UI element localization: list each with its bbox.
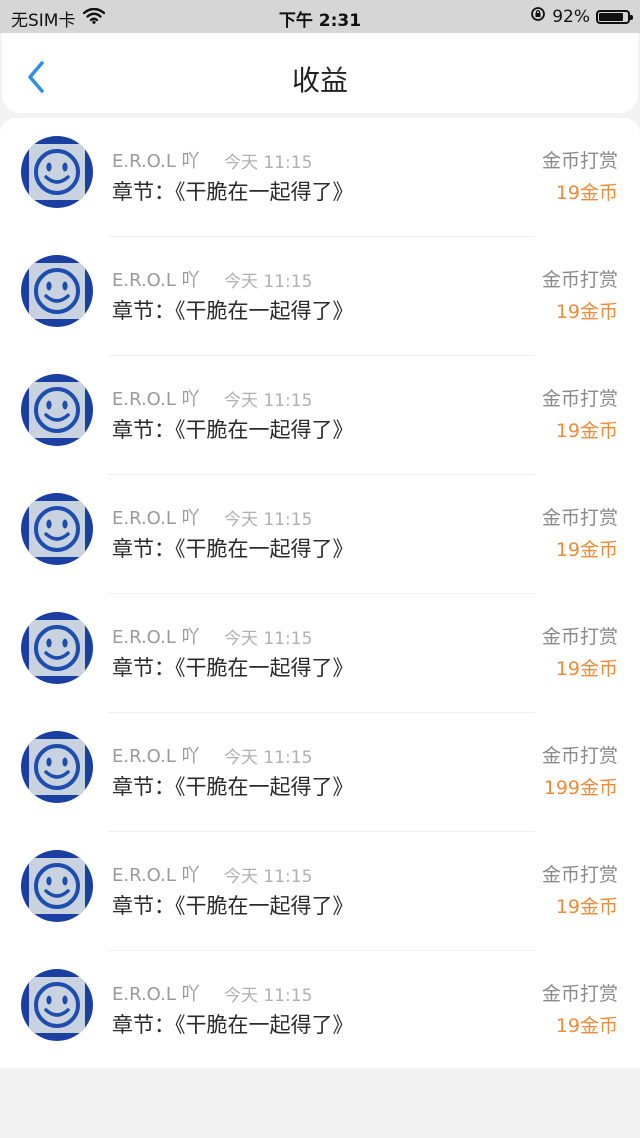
nav-bar: 收益	[2, 33, 638, 113]
smiley-avatar-icon	[29, 382, 85, 438]
chapter-title: 章节：《干脆在一起得了》	[112, 894, 354, 918]
smiley-avatar-icon	[29, 739, 85, 795]
timestamp: 今天 11:15	[224, 867, 313, 887]
reward-amount: 19金币	[555, 896, 618, 918]
reward-amount: 19金币	[555, 1015, 618, 1037]
avatar[interactable]	[21, 612, 93, 684]
username: E.R.O.L 吖	[112, 508, 200, 529]
reward-type: 金币打赏	[541, 983, 618, 1005]
reward-type: 金币打赏	[541, 745, 618, 767]
timestamp: 今天 11:15	[224, 391, 313, 411]
reward-amount: 19金币	[555, 301, 618, 323]
reward-amount: 19金币	[555, 182, 618, 204]
username: E.R.O.L 吖	[112, 389, 200, 410]
earning-row[interactable]: E.R.O.L 吖 今天 11:15 章节：《干脆在一起得了》 金币打赏 199…	[0, 713, 640, 832]
reward-type: 金币打赏	[541, 507, 618, 529]
earning-row[interactable]: E.R.O.L 吖 今天 11:15 章节：《干脆在一起得了》 金币打赏 19金…	[0, 475, 640, 594]
avatar[interactable]	[21, 731, 93, 803]
timestamp: 今天 11:15	[224, 629, 313, 649]
chapter-title: 章节：《干脆在一起得了》	[112, 1013, 354, 1037]
avatar[interactable]	[21, 969, 93, 1041]
timestamp: 今天 11:15	[224, 986, 313, 1006]
smiley-avatar-icon	[29, 144, 85, 200]
reward-type: 金币打赏	[541, 626, 618, 648]
chapter-title: 章节：《干脆在一起得了》	[112, 537, 354, 561]
smiley-avatar-icon	[29, 977, 85, 1033]
earning-row[interactable]: E.R.O.L 吖 今天 11:15 章节：《干脆在一起得了》 金币打赏 19金…	[0, 118, 640, 237]
username: E.R.O.L 吖	[112, 270, 200, 291]
smiley-avatar-icon	[29, 263, 85, 319]
chapter-title: 章节：《干脆在一起得了》	[112, 656, 354, 680]
reward-amount: 19金币	[555, 539, 618, 561]
username: E.R.O.L 吖	[112, 151, 200, 172]
earning-row[interactable]: E.R.O.L 吖 今天 11:15 章节：《干脆在一起得了》 金币打赏 19金…	[0, 832, 640, 951]
reward-type: 金币打赏	[541, 269, 618, 291]
avatar[interactable]	[21, 850, 93, 922]
reward-type: 金币打赏	[541, 150, 618, 172]
earnings-list: E.R.O.L 吖 今天 11:15 章节：《干脆在一起得了》 金币打赏 19金…	[0, 118, 640, 1070]
status-bar: 无SIM卡 下午 2:31 92%	[0, 0, 640, 33]
reward-type: 金币打赏	[541, 388, 618, 410]
smiley-avatar-icon	[29, 501, 85, 557]
page-title: 收益	[291, 64, 348, 97]
reward-type: 金币打赏	[541, 864, 618, 886]
chapter-title: 章节：《干脆在一起得了》	[112, 418, 354, 442]
reward-amount: 19金币	[555, 658, 618, 680]
smiley-avatar-icon	[29, 620, 85, 676]
username: E.R.O.L 吖	[112, 627, 200, 648]
earning-row[interactable]: E.R.O.L 吖 今天 11:15 章节：《干脆在一起得了》 金币打赏 19金…	[0, 594, 640, 713]
battery-cap	[630, 14, 633, 20]
avatar[interactable]	[21, 136, 93, 208]
chapter-title: 章节：《干脆在一起得了》	[112, 775, 354, 799]
username: E.R.O.L 吖	[112, 984, 200, 1005]
battery-level	[599, 12, 623, 21]
battery-percent: 92%	[552, 6, 590, 27]
username: E.R.O.L 吖	[112, 746, 200, 767]
earning-row[interactable]: E.R.O.L 吖 今天 11:15 章节：《干脆在一起得了》 金币打赏 19金…	[0, 237, 640, 356]
avatar[interactable]	[21, 255, 93, 327]
earning-row[interactable]: E.R.O.L 吖 今天 11:15 章节：《干脆在一起得了》 金币打赏 19金…	[0, 951, 640, 1070]
orientation-lock-icon	[530, 6, 546, 27]
chapter-title: 章节：《干脆在一起得了》	[112, 299, 354, 323]
avatar[interactable]	[21, 493, 93, 565]
timestamp: 今天 11:15	[224, 748, 313, 768]
username: E.R.O.L 吖	[112, 865, 200, 886]
timestamp: 今天 11:15	[224, 153, 313, 173]
battery-icon	[596, 9, 633, 24]
status-right: 92%	[530, 6, 633, 27]
timestamp: 今天 11:15	[224, 510, 313, 530]
divider	[108, 1069, 535, 1070]
avatar[interactable]	[21, 374, 93, 446]
smiley-avatar-icon	[29, 858, 85, 914]
earning-row[interactable]: E.R.O.L 吖 今天 11:15 章节：《干脆在一起得了》 金币打赏 19金…	[0, 356, 640, 475]
reward-amount: 199金币	[543, 777, 618, 799]
chapter-title: 章节：《干脆在一起得了》	[112, 180, 354, 204]
timestamp: 今天 11:15	[224, 272, 313, 292]
reward-amount: 19金币	[555, 420, 618, 442]
